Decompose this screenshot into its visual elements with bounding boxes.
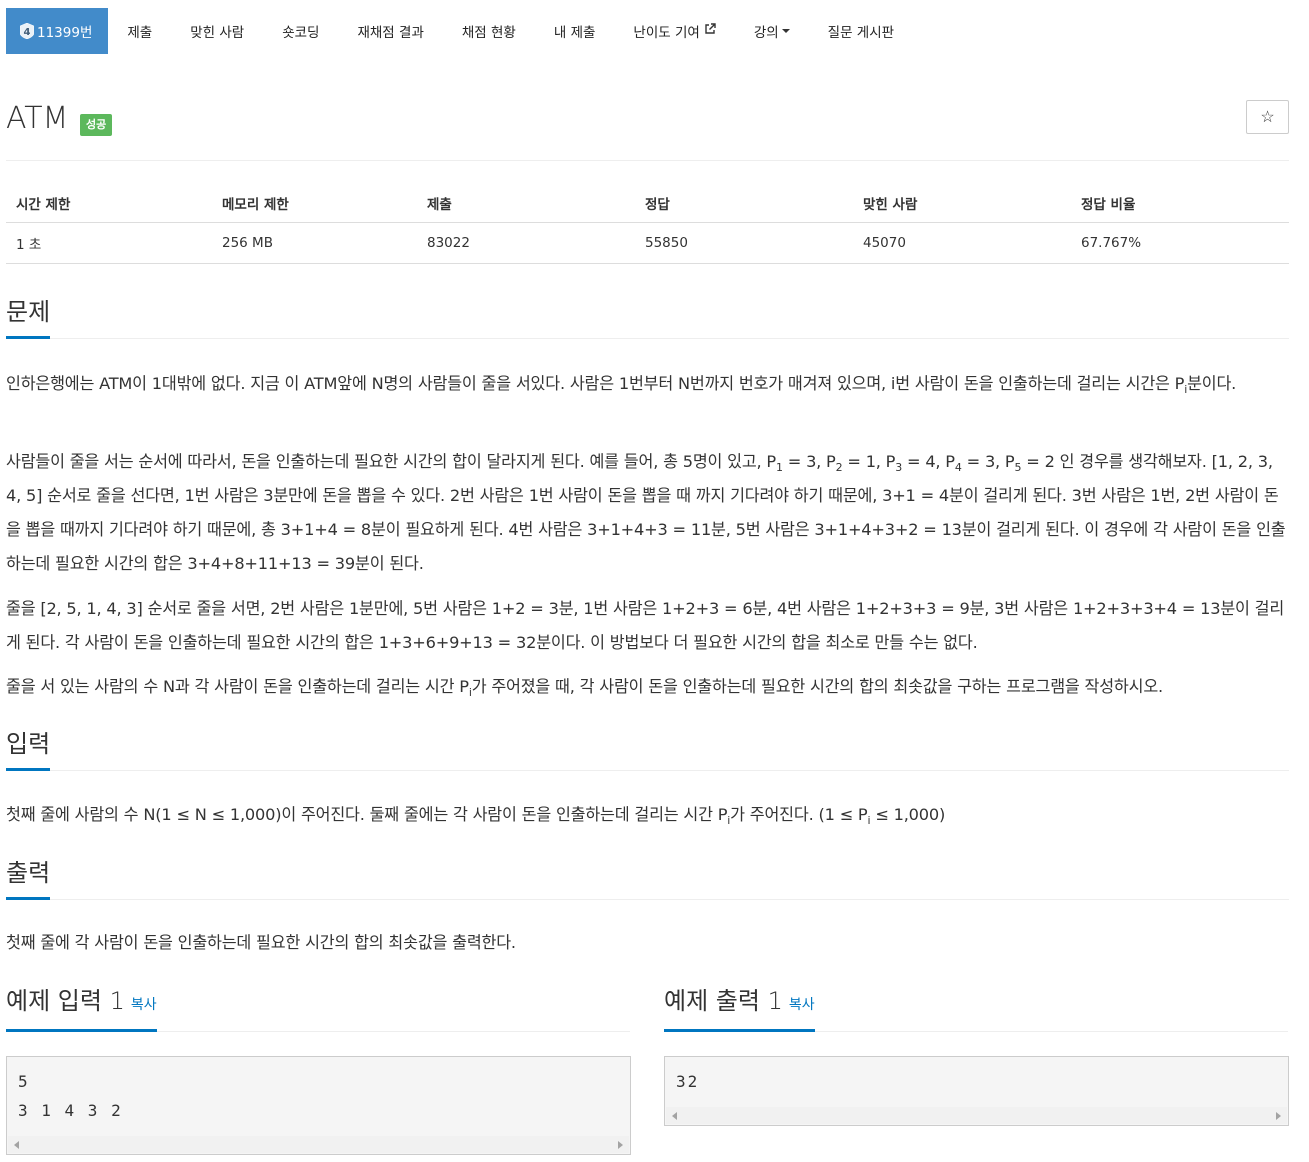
tier-badge-icon: 4 xyxy=(20,23,34,39)
nav-problem-id[interactable]: 4 11399번 xyxy=(6,8,109,54)
description-text: 가 주어졌을 때, 각 사람이 돈을 인출하는데 필요한 시간의 합의 최솟값을… xyxy=(471,677,1163,696)
output-heading: 출력 xyxy=(6,857,51,900)
nav-judge-status[interactable]: 채점 현황 xyxy=(443,8,535,54)
nav-question-board-label: 질문 게시판 xyxy=(827,25,895,41)
sample-output-header: 예제 출력 1 복사 xyxy=(664,985,1288,1032)
output-section-header: 출력 xyxy=(6,857,1289,900)
problem-title-row: ATM 성공 ☆ xyxy=(6,100,1289,161)
scroll-left-arrow-icon[interactable] xyxy=(14,1141,19,1149)
info-header-submissions: 제출 xyxy=(417,183,635,223)
problem-title: ATM xyxy=(6,101,69,136)
info-header-accept-ratio: 정답 비율 xyxy=(1071,183,1289,223)
input-heading: 입력 xyxy=(6,728,51,771)
sample-output-text: 32 xyxy=(676,1072,700,1091)
output-description: 첫째 줄에 각 사람이 돈을 인출하는데 필요한 시간의 합의 최솟값을 출력한… xyxy=(6,933,516,952)
description-text: = 3, P xyxy=(961,452,1015,471)
sample-input-header: 예제 입력 1 복사 xyxy=(6,985,630,1032)
description-paragraph-3: 줄을 [2, 5, 1, 4, 3] 순서로 줄을 서면, 2번 사람은 1분만… xyxy=(6,599,1285,652)
nav-short-coding[interactable]: 숏코딩 xyxy=(263,8,338,54)
nav-difficulty-contribute[interactable]: 난이도 기여 xyxy=(614,8,734,54)
description-heading: 문제 xyxy=(6,296,51,339)
description-text: = 1, P xyxy=(842,452,896,471)
nav-judge-status-label: 채점 현황 xyxy=(461,25,516,41)
horizontal-scrollbar[interactable] xyxy=(666,1107,1287,1124)
description-paragraph-4: 줄을 서 있는 사람의 수 N과 각 사람이 돈을 인출하는데 걸리는 시간 P… xyxy=(6,670,1291,704)
scroll-right-arrow-icon[interactable] xyxy=(1276,1112,1281,1120)
description-text: 인하은행에는 ATM이 1대밖에 없다. 지금 이 ATM앞에 N명의 사람들이… xyxy=(6,374,1185,393)
info-header-memory-limit: 메모리 제한 xyxy=(212,183,417,223)
problem-nav: 4 11399번 제출 맞힌 사람 숏코딩 재채점 결과 채점 현황 내 제출 … xyxy=(6,8,913,54)
info-time-limit: 1 초 xyxy=(6,222,212,264)
nav-submit[interactable]: 제출 xyxy=(108,8,171,54)
sample-input-text: 5 3 1 4 3 2 xyxy=(18,1072,123,1120)
nav-short-coding-label: 숏코딩 xyxy=(282,25,320,41)
nav-my-submissions[interactable]: 내 제출 xyxy=(535,8,615,54)
nav-solved-users-label: 맞힌 사람 xyxy=(190,25,245,41)
description-section-header: 문제 xyxy=(6,296,1289,339)
nav-question-board[interactable]: 질문 게시판 xyxy=(809,8,913,54)
nav-difficulty-contribute-label: 난이도 기여 xyxy=(633,25,700,41)
star-button[interactable]: ☆ xyxy=(1246,100,1289,134)
description-text: 줄을 서 있는 사람의 수 N과 각 사람이 돈을 인출하는데 걸리는 시간 P xyxy=(6,677,469,696)
info-header-time-limit: 시간 제한 xyxy=(6,183,212,223)
description-text: 분이다. xyxy=(1187,374,1237,393)
sample-input-heading: 예제 입력 1 복사 xyxy=(6,985,157,1032)
nav-rejudge-results[interactable]: 재채점 결과 xyxy=(338,8,442,54)
sample-output-heading: 예제 출력 1 복사 xyxy=(664,985,815,1032)
info-memory-limit: 256 MB xyxy=(212,222,417,264)
copy-sample-output-link[interactable]: 복사 xyxy=(789,997,815,1013)
subscript: 1 xyxy=(776,461,783,475)
description-paragraph-2: 사람들이 줄을 서는 순서에 따라서, 돈을 인출하는데 필요한 시간의 합이 … xyxy=(6,445,1291,581)
scroll-left-arrow-icon[interactable] xyxy=(672,1112,677,1120)
subscript: 4 xyxy=(954,461,962,475)
star-icon: ☆ xyxy=(1260,109,1275,126)
external-link-icon xyxy=(704,23,716,39)
nav-problem-id-label: 11399번 xyxy=(37,25,93,41)
nav-lectures-label: 강의 xyxy=(753,25,779,41)
input-text: 가 주어진다. (1 ≤ P xyxy=(730,805,868,824)
caret-down-icon xyxy=(781,29,790,33)
nav-solved-users[interactable]: 맞힌 사람 xyxy=(171,8,263,54)
info-accept-ratio: 67.767% xyxy=(1071,222,1289,264)
copy-sample-input-link[interactable]: 복사 xyxy=(131,997,157,1013)
nav-rejudge-results-label: 재채점 결과 xyxy=(357,25,424,41)
info-value-row: 1 초 256 MB 83022 55850 45070 67.767% xyxy=(6,222,1289,264)
description-text: = 4, P xyxy=(902,452,955,471)
description-text: = 3, P xyxy=(782,452,836,471)
info-submissions: 83022 xyxy=(417,222,635,264)
input-text: 첫째 줄에 사람의 수 N(1 ≤ N ≤ 1,000)이 주어진다. 둘째 줄… xyxy=(6,805,728,824)
input-text: ≤ 1,000) xyxy=(870,805,946,824)
sample-input-box[interactable]: 5 3 1 4 3 2 xyxy=(6,1056,631,1155)
svg-text:4: 4 xyxy=(24,27,31,38)
input-section-header: 입력 xyxy=(6,728,1289,771)
sample-input-title: 예제 입력 1 xyxy=(6,987,125,1015)
info-header-row: 시간 제한 메모리 제한 제출 정답 맞힌 사람 정답 비율 xyxy=(6,183,1289,223)
scroll-right-arrow-icon[interactable] xyxy=(618,1141,623,1149)
description-text: 사람들이 줄을 서는 순서에 따라서, 돈을 인출하는데 필요한 시간의 합이 … xyxy=(6,452,776,471)
description-paragraph-1: 인하은행에는 ATM이 1대밖에 없다. 지금 이 ATM앞에 N명의 사람들이… xyxy=(6,367,1291,401)
nav-lectures-dropdown[interactable]: 강의 xyxy=(735,8,809,54)
info-accepted: 55850 xyxy=(635,222,853,264)
sample-output-title: 예제 출력 1 xyxy=(664,987,783,1015)
input-description: 첫째 줄에 사람의 수 N(1 ≤ N ≤ 1,000)이 주어진다. 둘째 줄… xyxy=(6,798,1291,832)
problem-info-table: 시간 제한 메모리 제한 제출 정답 맞힌 사람 정답 비율 1 초 256 M… xyxy=(6,183,1289,264)
info-solved-users: 45070 xyxy=(853,222,1071,264)
info-header-accepted: 정답 xyxy=(635,183,853,223)
status-badge: 성공 xyxy=(80,114,113,136)
sample-output-box[interactable]: 32 xyxy=(664,1056,1289,1126)
horizontal-scrollbar[interactable] xyxy=(8,1136,629,1153)
nav-my-submissions-label: 내 제출 xyxy=(553,25,596,41)
info-header-solved-users: 맞힌 사람 xyxy=(853,183,1071,223)
nav-submit-label: 제출 xyxy=(127,25,153,41)
